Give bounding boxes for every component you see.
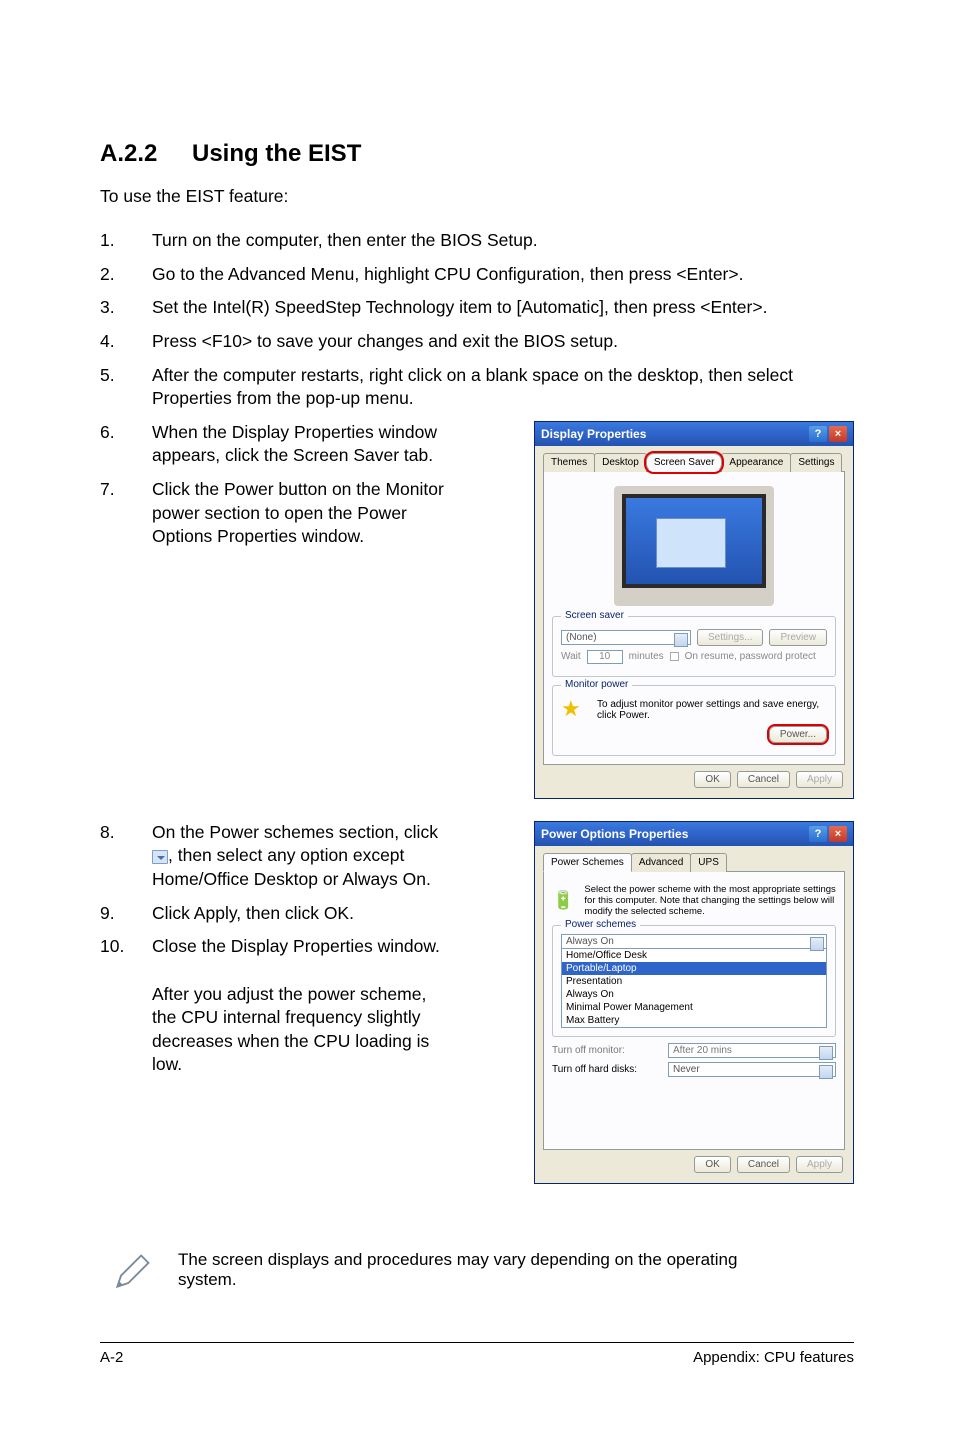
tab-ups[interactable]: UPS	[690, 853, 727, 872]
screensaver-select[interactable]: (None)	[561, 630, 691, 645]
scheme-option[interactable]: Home/Office Desk	[562, 949, 826, 962]
step-number: 2.	[100, 263, 152, 287]
step-number: 5.	[100, 364, 152, 411]
step-number: 10.	[100, 935, 152, 1077]
scheme-description: Select the power scheme with the most ap…	[584, 884, 836, 917]
cancel-button[interactable]: Cancel	[737, 771, 790, 788]
monitor-power-text: To adjust monitor power settings and sav…	[597, 699, 827, 721]
power-scheme-dropdown-list[interactable]: Home/Office Desk Portable/Laptop Present…	[561, 948, 827, 1028]
step-text: Go to the Advanced Menu, highlight CPU C…	[152, 263, 854, 287]
footer-page-number: A-2	[100, 1349, 123, 1366]
wait-input[interactable]: 10	[587, 650, 623, 664]
step-number: 6.	[100, 421, 152, 468]
section-title: Using the EIST	[192, 140, 361, 167]
tab-screen-saver[interactable]: Screen Saver	[646, 453, 723, 472]
power-options-dialog: Power Options Properties ? × Power Schem…	[534, 821, 854, 1184]
intro-text: To use the EIST feature:	[100, 186, 854, 207]
footer-section-title: Appendix: CPU features	[693, 1349, 854, 1366]
minutes-label: minutes	[629, 651, 664, 662]
battery-icon: 🔋	[552, 890, 574, 911]
section-heading: A.2.2Using the EIST	[100, 140, 854, 168]
step-text: On the Power schemes section, click , th…	[152, 821, 452, 892]
wait-label: Wait	[561, 651, 581, 662]
preview-button[interactable]: Preview	[769, 629, 827, 646]
step-text: Set the Intel(R) SpeedStep Technology it…	[152, 296, 854, 320]
step-text-part: On the Power schemes section, click	[152, 822, 438, 842]
turn-off-hd-label: Turn off hard disks:	[552, 1064, 662, 1075]
tab-desktop[interactable]: Desktop	[594, 453, 647, 472]
step-text: Press <F10> to save your changes and exi…	[152, 330, 854, 354]
power-button[interactable]: Power...	[769, 726, 827, 743]
scheme-option[interactable]: Max Battery	[562, 1014, 826, 1027]
apply-button[interactable]: Apply	[796, 771, 843, 788]
step-text: When the Display Properties window appea…	[152, 421, 452, 468]
step-text: Turn on the computer, then enter the BIO…	[152, 229, 854, 253]
turn-off-hd-select[interactable]: Never	[668, 1062, 836, 1077]
step-aftertext: After you adjust the power scheme, the C…	[152, 984, 429, 1075]
step-number: 7.	[100, 478, 152, 549]
step-text-part: , then select any option except Home/Off…	[152, 845, 431, 889]
dialog-title: Power Options Properties	[541, 827, 688, 841]
dialog-title: Display Properties	[541, 427, 646, 441]
group-power-schemes: Power schemes	[561, 919, 640, 930]
step-text: Click Apply, then click OK.	[152, 902, 452, 926]
step-number: 8.	[100, 821, 152, 892]
help-button[interactable]: ?	[809, 426, 827, 442]
display-properties-dialog: Display Properties ? × Themes Desktop Sc…	[534, 421, 854, 799]
step-text: Close the Display Properties window.	[152, 936, 440, 956]
help-button[interactable]: ?	[809, 826, 827, 842]
step-number: 9.	[100, 902, 152, 926]
monitor-preview	[614, 486, 774, 606]
step-number: 1.	[100, 229, 152, 253]
close-button[interactable]: ×	[829, 826, 847, 842]
ok-button[interactable]: OK	[694, 771, 730, 788]
tab-power-schemes[interactable]: Power Schemes	[543, 853, 632, 872]
step-text: Click the Power button on the Monitor po…	[152, 478, 452, 549]
settings-button[interactable]: Settings...	[697, 629, 763, 646]
tab-appearance[interactable]: Appearance	[721, 453, 791, 472]
resume-checkbox[interactable]	[670, 652, 679, 661]
scheme-option-selected[interactable]: Portable/Laptop	[562, 962, 826, 975]
tab-settings[interactable]: Settings	[790, 453, 842, 472]
group-monitor-power: Monitor power	[561, 679, 632, 690]
scheme-option[interactable]: Always On	[562, 988, 826, 1001]
tab-advanced[interactable]: Advanced	[631, 853, 691, 872]
step-text: After the computer restarts, right click…	[152, 364, 854, 411]
step-number: 3.	[100, 296, 152, 320]
ok-button[interactable]: OK	[694, 1156, 730, 1173]
group-screen-saver: Screen saver	[561, 610, 628, 621]
dropdown-icon	[152, 850, 168, 864]
turn-off-monitor-select[interactable]: After 20 mins	[668, 1043, 836, 1058]
step-number: 4.	[100, 330, 152, 354]
scheme-option[interactable]: Minimal Power Management	[562, 1001, 826, 1014]
apply-button[interactable]: Apply	[796, 1156, 843, 1173]
energy-star-icon: ★	[561, 698, 587, 722]
section-number: A.2.2	[100, 140, 192, 168]
resume-label: On resume, password protect	[685, 651, 816, 662]
scheme-option[interactable]: Presentation	[562, 975, 826, 988]
tab-themes[interactable]: Themes	[543, 453, 595, 472]
note-pencil-icon	[110, 1250, 154, 1299]
cancel-button[interactable]: Cancel	[737, 1156, 790, 1173]
turn-off-monitor-label: Turn off monitor:	[552, 1045, 662, 1056]
close-button[interactable]: ×	[829, 426, 847, 442]
note-text: The screen displays and procedures may v…	[178, 1250, 778, 1290]
power-scheme-select[interactable]: Always On	[561, 934, 827, 949]
